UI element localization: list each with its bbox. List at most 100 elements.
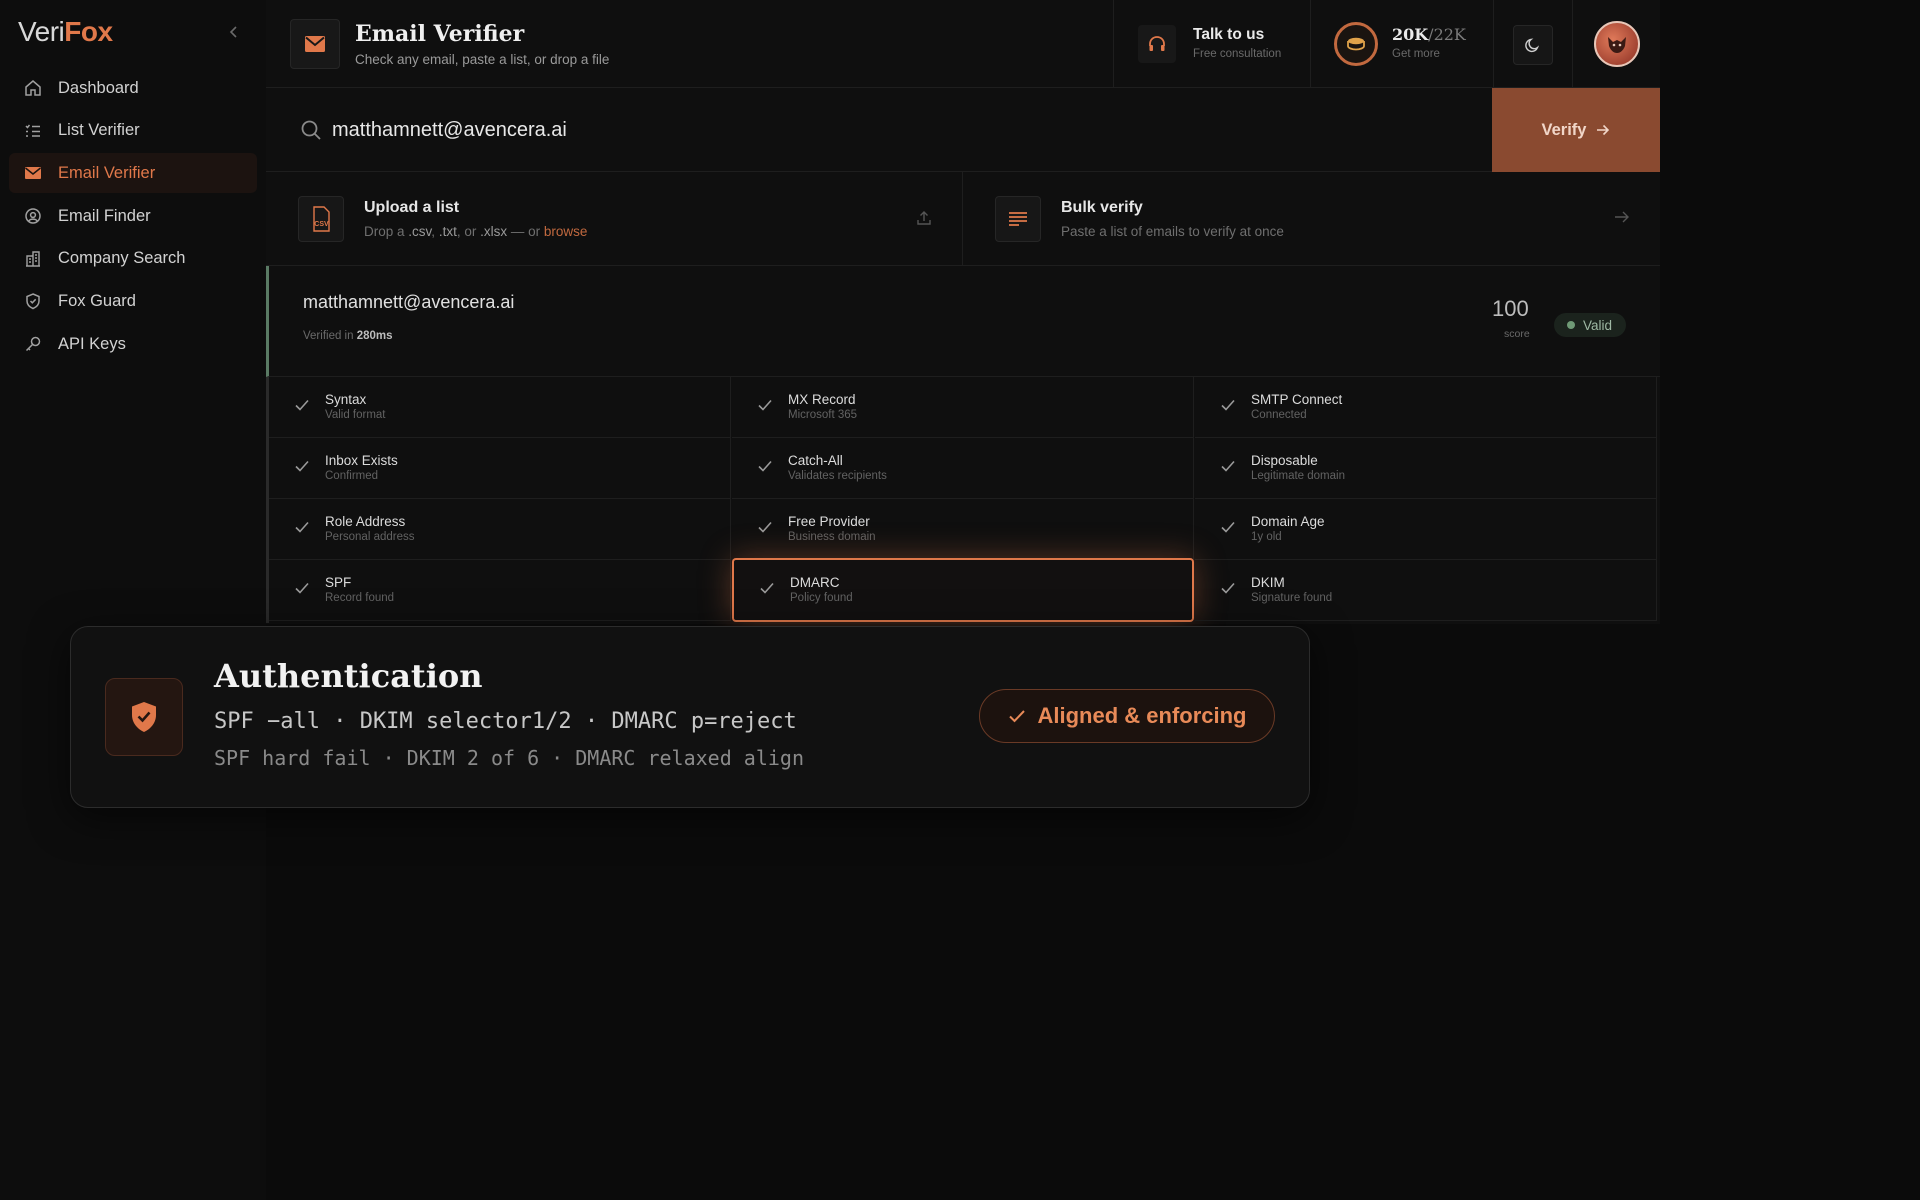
check-detail: Validates recipients [788,470,887,482]
check-name: Inbox Exists [325,453,398,468]
sidebar-item-label: API Keys [58,334,126,353]
check-name: Free Provider [788,514,870,529]
building-icon [23,249,43,269]
search-bar: Verify [266,88,1660,172]
check-detail: Confirmed [325,470,379,482]
check-icon [294,581,310,600]
check-cell[interactable]: DKIM Signature found [1195,560,1657,621]
check-cell[interactable]: Syntax Valid format [269,377,731,438]
theme-toggle-container [1493,0,1572,88]
upload-sep-2: , or [456,224,477,239]
status-dot [1567,321,1575,329]
bulk-title: Bulk verify [1061,199,1143,216]
sidebar-item-dashboard[interactable]: Dashboard [9,68,257,108]
check-name: Disposable [1251,453,1318,468]
upload-list-card[interactable]: CSV Upload a list Drop a .csv, .txt, or … [266,172,963,266]
sidebar-item-label: List Verifier [58,121,140,140]
check-cell[interactable]: SPF Record found [269,560,731,621]
bulk-subtitle: Paste a list of emails to verify at once [1061,224,1284,239]
home-icon [23,78,43,98]
score-label: score [1504,328,1530,340]
collapse-sidebar-button[interactable] [224,20,244,44]
upload-desc-mid: — or [510,224,541,239]
check-detail: Business domain [788,531,876,543]
check-icon [1008,710,1025,723]
upload-icon[interactable] [916,210,932,231]
verified-duration: 280ms [356,330,393,342]
avatar[interactable] [1594,21,1640,67]
ext-xlsx: .xlsx [480,224,508,239]
fox-icon [1608,37,1626,53]
sidebar-item-fox-guard[interactable]: Fox Guard [9,281,257,321]
theme-toggle-button[interactable] [1513,25,1553,65]
check-detail: Policy found [790,592,853,604]
check-name: Role Address [325,514,406,529]
check-name: DMARC [790,575,840,590]
avatar-container [1572,0,1660,88]
check-detail: Personal address [325,531,415,543]
upload-sep-1: , [431,224,436,239]
arrow-right-icon [1597,124,1610,136]
text-lines-icon [995,196,1041,242]
at-icon [23,206,43,226]
sidebar-nav: Dashboard List Verifier Email Verifier E… [9,68,257,367]
bulk-verify-card[interactable]: Bulk verify Paste a list of emails to ve… [963,172,1660,266]
checks-grid: Syntax Valid format MX Record Microsoft … [266,377,1660,623]
sidebar-item-company-search[interactable]: Company Search [9,239,257,279]
check-detail: Microsoft 365 [788,409,858,421]
check-name: SPF [325,575,352,590]
upload-description: Drop a .csv, .txt, or .xlsx — or browse [364,224,587,239]
detail-title: Authentication [214,657,483,695]
sidebar-item-label: Company Search [58,249,186,268]
mail-icon [23,163,43,183]
verify-button[interactable]: Verify [1492,88,1660,172]
detail-line-primary: SPF −all · DKIM selector1/2 · DMARC p=re… [214,709,797,734]
check-name: Domain Age [1251,514,1325,529]
page-subtitle: Check any email, paste a list, or drop a… [355,52,610,67]
check-cell[interactable]: MX Record Microsoft 365 [732,377,1194,438]
alignment-status-badge: Aligned & enforcing [979,689,1275,743]
authentication-detail-card: Authentication SPF −all · DKIM selector1… [70,626,1310,808]
check-icon [757,459,773,478]
check-name: DKIM [1251,575,1285,590]
credits-widget[interactable]: 20K/22K Get more [1310,0,1493,88]
search-icon [300,119,322,146]
brand-logo-part2: Fox [64,16,113,47]
check-cell-dmarc-highlighted[interactable]: DMARC Policy found [732,558,1194,622]
input-options: CSV Upload a list Drop a .csv, .txt, or … [266,172,1660,266]
talk-to-us-button[interactable]: Talk to us Free consultation [1113,0,1310,88]
brand-logo[interactable]: VeriFox [18,16,113,48]
sidebar-item-email-verifier[interactable]: Email Verifier [9,153,257,194]
check-icon [757,398,773,417]
arrow-right-icon[interactable] [1614,210,1630,229]
chevron-left-icon [229,26,237,38]
detail-line-secondary: SPF hard fail · DKIM 2 of 6 · DMARC rela… [214,746,805,770]
verified-prefix: Verified in [303,330,354,342]
email-input[interactable] [332,106,1332,154]
sidebar: VeriFox Dashboard List Verifier Email Ve… [0,0,266,1200]
sidebar-item-email-finder[interactable]: Email Finder [9,196,257,236]
check-cell[interactable]: Inbox Exists Confirmed [269,438,731,499]
sidebar-item-list-verifier[interactable]: List Verifier [9,111,257,151]
brand-logo-part1: Veri [18,16,65,47]
check-icon [1220,581,1236,600]
credits-count: 20K/22K [1392,25,1466,44]
score-value: 100 [1492,296,1529,321]
check-detail: 1y old [1251,531,1282,543]
check-cell[interactable]: SMTP Connect Connected [1195,377,1657,438]
shield-icon [23,291,43,311]
alignment-status-label: Aligned & enforcing [1037,703,1247,728]
check-cell[interactable]: Free Provider Business domain [732,499,1194,560]
headset-icon [1138,25,1176,63]
check-cell[interactable]: Disposable Legitimate domain [1195,438,1657,499]
csv-label: CSV [314,221,329,228]
upload-title: Upload a list [364,199,460,216]
check-icon [294,459,310,478]
check-cell[interactable]: Domain Age 1y old [1195,499,1657,560]
check-cell[interactable]: Role Address Personal address [269,499,731,560]
browse-link[interactable]: browse [544,224,588,239]
sidebar-item-api-keys[interactable]: API Keys [9,324,257,364]
check-cell[interactable]: Catch-All Validates recipients [732,438,1194,499]
list-icon [23,121,43,141]
page-title: Email Verifier [355,21,525,47]
